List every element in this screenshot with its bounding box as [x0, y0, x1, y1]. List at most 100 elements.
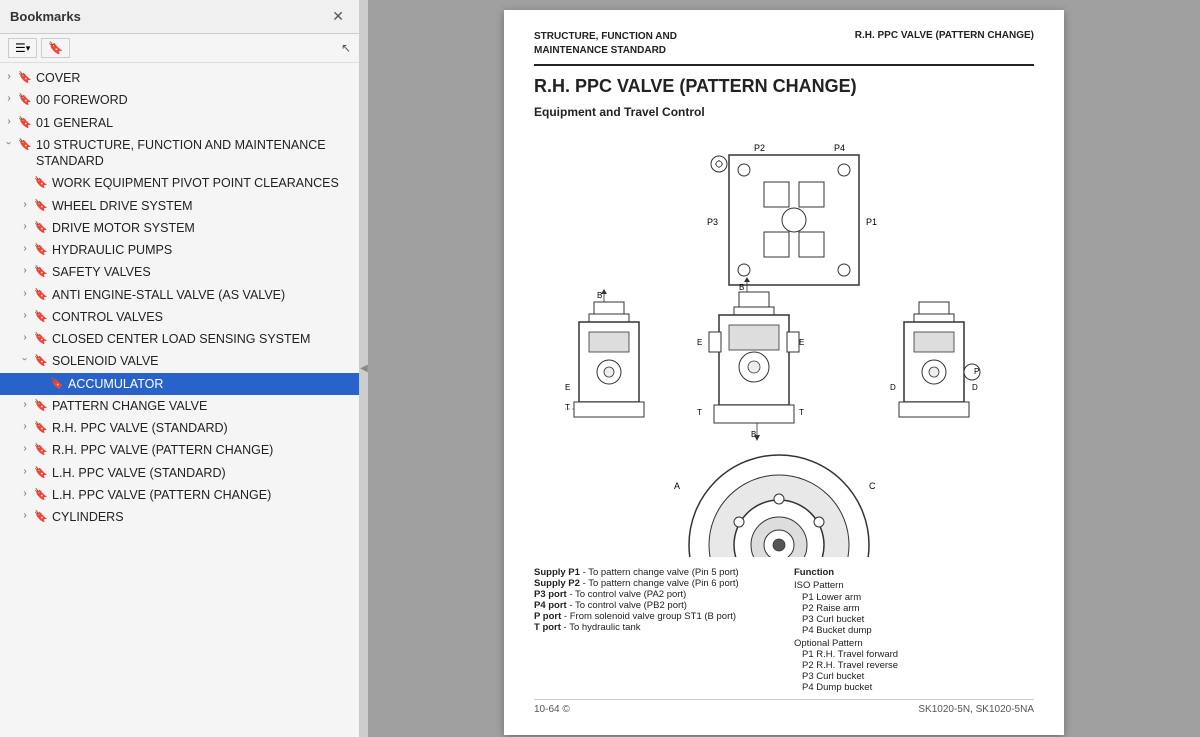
tree-item-safety[interactable]: › 🔖 SAFETY VALVES — [0, 261, 359, 283]
expand-icon-anti-engine[interactable]: › — [16, 287, 34, 299]
tree-item-anti-engine[interactable]: › 🔖 ANTI ENGINE-STALL VALVE (AS VALVE) — [0, 284, 359, 306]
tree-item-structure[interactable]: › 🔖 10 STRUCTURE, FUNCTION AND MAINTENAN… — [0, 134, 359, 173]
bookmark-icon-pivot: 🔖 — [34, 175, 48, 189]
item-label-cover: COVER — [36, 70, 351, 86]
item-label-lh-ppc-pattern: L.H. PPC VALVE (PATTERN CHANGE) — [52, 487, 351, 503]
tree-item-rh-ppc-pattern[interactable]: › 🔖 R.H. PPC VALVE (PATTERN CHANGE) — [0, 439, 359, 461]
bookmark-icon-control: 🔖 — [34, 309, 48, 323]
svg-text:P1: P1 — [866, 217, 877, 227]
expand-icon-solenoid[interactable]: › — [19, 350, 31, 368]
document-subtitle: Equipment and Travel Control — [534, 105, 1034, 119]
svg-text:T: T — [697, 408, 702, 417]
opt-p4: P4 Dump bucket — [794, 682, 1034, 693]
svg-text:C: C — [869, 481, 876, 491]
tree-item-rh-ppc-std[interactable]: › 🔖 R.H. PPC VALVE (STANDARD) — [0, 417, 359, 439]
legend-area: Supply P1 - To pattern change valve (Pin… — [534, 567, 1034, 693]
opt-p1: P1 R.H. Travel forward — [794, 649, 1034, 660]
item-label-rh-ppc-std: R.H. PPC VALVE (STANDARD) — [52, 420, 351, 436]
bookmark-view-button[interactable]: 🔖 — [41, 38, 70, 58]
legend-item-5: P port - From solenoid valve group ST1 (… — [534, 611, 774, 622]
tree-item-cover[interactable]: › 🔖 COVER — [0, 67, 359, 89]
item-label-anti-engine: ANTI ENGINE-STALL VALVE (AS VALVE) — [52, 287, 351, 303]
header-actions: ✕ — [327, 6, 349, 27]
svg-text:T: T — [799, 408, 804, 417]
item-label-pivot: WORK EQUIPMENT PIVOT POINT CLEARANCES — [52, 175, 351, 191]
tree-item-accumulator[interactable]: › 🔖 ACCUMULATOR — [0, 373, 359, 395]
bookmark-icon-lh-ppc-std: 🔖 — [34, 465, 48, 479]
expand-icon-foreword[interactable]: › — [0, 92, 18, 104]
expand-icon-structure[interactable]: › — [3, 134, 15, 152]
bookmark-icon-anti-engine: 🔖 — [34, 287, 48, 301]
tree-item-lh-ppc-std[interactable]: › 🔖 L.H. PPC VALVE (STANDARD) — [0, 462, 359, 484]
tree-item-control[interactable]: › 🔖 CONTROL VALVES — [0, 306, 359, 328]
iso-p4: P4 Bucket dump — [794, 625, 1034, 636]
bookmark-icon-lh-ppc-pattern: 🔖 — [34, 487, 48, 501]
tree-item-cylinders[interactable]: › 🔖 CYLINDERS — [0, 506, 359, 528]
expand-icon-control[interactable]: › — [16, 309, 34, 321]
iso-p2: P2 Raise arm — [794, 603, 1034, 614]
expand-icon-cylinders[interactable]: › — [16, 509, 34, 521]
tree-item-lh-ppc-pattern[interactable]: › 🔖 L.H. PPC VALVE (PATTERN CHANGE) — [0, 484, 359, 506]
svg-text:T: T — [565, 403, 570, 412]
svg-text:B: B — [739, 283, 744, 292]
expand-icon-lh-ppc-pattern[interactable]: › — [16, 487, 34, 499]
close-button[interactable]: ✕ — [327, 6, 349, 27]
tree-item-general[interactable]: › 🔖 01 GENERAL — [0, 112, 359, 134]
bookmarks-panel: Bookmarks ✕ ☰ ▾ 🔖 ↖ › 🔖 COVER › 🔖 00 FOR… — [0, 0, 360, 737]
expand-icon-pattern-change[interactable]: › — [16, 398, 34, 410]
expand-icon-closed-center[interactable]: › — [16, 331, 34, 343]
bookmark-icon-safety: 🔖 — [34, 264, 48, 278]
iso-p3: P3 Curl bucket — [794, 614, 1034, 625]
panel-divider[interactable]: ◀ — [360, 0, 368, 737]
legend-item-6: T port - To hydraulic tank — [534, 622, 774, 633]
svg-text:P: P — [974, 367, 979, 376]
svg-text:D: D — [972, 383, 978, 392]
expand-icon-hydraulic[interactable]: › — [16, 242, 34, 254]
toolbar-row: ☰ ▾ 🔖 ↖ — [0, 34, 359, 63]
bookmark-icon-rh-ppc-pattern: 🔖 — [34, 442, 48, 456]
expand-icon-rh-ppc-std[interactable]: › — [16, 420, 34, 432]
document-title: R.H. PPC VALVE (PATTERN CHANGE) — [534, 76, 1034, 97]
item-label-foreword: 00 FOREWORD — [36, 92, 351, 108]
tree-item-pattern-change[interactable]: › 🔖 PATTERN CHANGE VALVE — [0, 395, 359, 417]
menu-dropdown-button[interactable]: ☰ ▾ — [8, 38, 37, 58]
bookmark-icon-drive-motor: 🔖 — [34, 220, 48, 234]
expand-icon-cover[interactable]: › — [0, 70, 18, 82]
item-label-drive-motor: DRIVE MOTOR SYSTEM — [52, 220, 351, 236]
item-label-control: CONTROL VALVES — [52, 309, 351, 325]
legend-item-1: Supply P1 - To pattern change valve (Pin… — [534, 567, 774, 578]
legend-item-4: P4 port - To control valve (PB2 port) — [534, 600, 774, 611]
iso-p1: P1 Lower arm — [794, 592, 1034, 603]
svg-text:E: E — [565, 383, 570, 392]
tree-item-foreword[interactable]: › 🔖 00 FOREWORD — [0, 89, 359, 111]
bookmark-icon-hydraulic: 🔖 — [34, 242, 48, 256]
doc-header-right: R.H. PPC VALVE (PATTERN CHANGE) — [855, 30, 1034, 41]
item-label-structure: 10 STRUCTURE, FUNCTION AND MAINTENANCE S… — [36, 137, 351, 170]
tree-item-wheel[interactable]: › 🔖 WHEEL DRIVE SYSTEM — [0, 195, 359, 217]
bookmarks-header: Bookmarks ✕ — [0, 0, 359, 34]
bookmark-icon-closed-center: 🔖 — [34, 331, 48, 345]
bookmark-icon-cylinders: 🔖 — [34, 509, 48, 523]
expand-icon-drive-motor[interactable]: › — [16, 220, 34, 232]
iso-label: ISO Pattern — [794, 580, 1034, 591]
menu-icon: ☰ — [15, 41, 26, 55]
tree-item-solenoid[interactable]: › 🔖 SOLENOID VALVE — [0, 350, 359, 372]
expand-icon-safety[interactable]: › — [16, 264, 34, 276]
tree-item-hydraulic[interactable]: › 🔖 HYDRAULIC PUMPS — [0, 239, 359, 261]
bookmark-icon-solenoid: 🔖 — [34, 353, 48, 367]
tree-item-pivot[interactable]: › 🔖 WORK EQUIPMENT PIVOT POINT CLEARANCE… — [0, 172, 359, 194]
item-label-general: 01 GENERAL — [36, 115, 351, 131]
legend-item-3: P3 port - To control valve (PA2 port) — [534, 589, 774, 600]
tree-item-closed-center[interactable]: › 🔖 CLOSED CENTER LOAD SENSING SYSTEM — [0, 328, 359, 350]
footer-model: SK1020-5N, SK1020-5NA — [918, 704, 1034, 715]
expand-icon-rh-ppc-pattern[interactable]: › — [16, 442, 34, 454]
svg-text:B: B — [597, 291, 602, 300]
bookmark-icon-general: 🔖 — [18, 115, 32, 129]
expand-icon-lh-ppc-std[interactable]: › — [16, 465, 34, 477]
item-label-wheel: WHEEL DRIVE SYSTEM — [52, 198, 351, 214]
dropdown-icon: ▾ — [26, 43, 31, 54]
tree-item-drive-motor[interactable]: › 🔖 DRIVE MOTOR SYSTEM — [0, 217, 359, 239]
tree-container[interactable]: › 🔖 COVER › 🔖 00 FOREWORD › 🔖 01 GENERAL… — [0, 63, 359, 737]
expand-icon-general[interactable]: › — [0, 115, 18, 127]
expand-icon-wheel[interactable]: › — [16, 198, 34, 210]
